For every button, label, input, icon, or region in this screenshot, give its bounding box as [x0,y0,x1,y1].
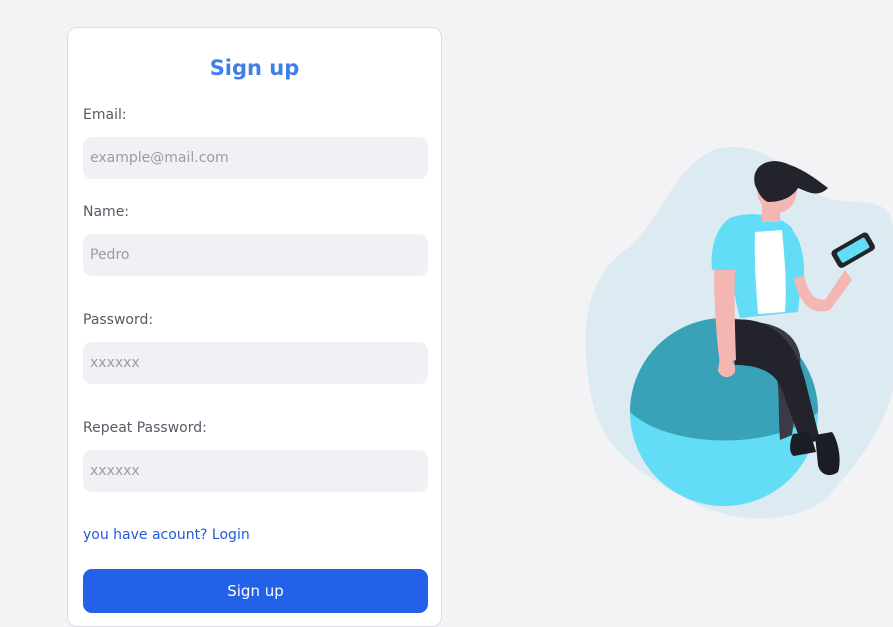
form-title: Sign up [209,56,300,80]
undershirt [754,230,786,314]
password-label: Password: [83,312,154,328]
name-field[interactable] [83,234,428,276]
login-link[interactable]: you have acount? Login [83,527,250,543]
person-on-ball-illustration [585,146,893,519]
email-field[interactable] [83,137,428,179]
email-label: Email: [83,107,127,123]
repeat-password-label: Repeat Password: [83,420,207,436]
signup-button[interactable]: Sign up [83,569,428,613]
signup-card: Sign up Email: Name: Password: Repeat Pa… [67,27,442,627]
repeat-password-field[interactable] [83,450,428,492]
name-label: Name: [83,204,130,220]
password-field[interactable] [83,342,428,384]
